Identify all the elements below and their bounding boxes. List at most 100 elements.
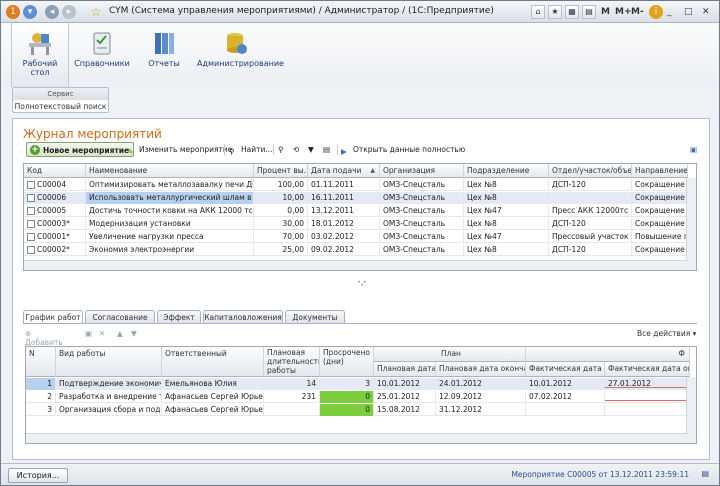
forward-icon[interactable]: ▸ xyxy=(62,5,76,19)
tab-approval[interactable]: Согласование xyxy=(85,310,155,323)
col-org[interactable]: Организация xyxy=(380,164,464,178)
table-cell: Увеличение нагрузки пресса xyxy=(86,231,254,243)
tab-investment[interactable]: Капиталовложения xyxy=(203,310,283,323)
calculator-icon[interactable]: ▤ xyxy=(582,5,596,19)
col-percent[interactable]: Процент вы... xyxy=(254,164,308,178)
print-icon[interactable]: ▤ xyxy=(323,142,330,157)
form-settings-icon[interactable]: ▣ xyxy=(690,142,697,157)
col-fact-group: Ф xyxy=(526,347,690,362)
tab-divider xyxy=(23,323,697,324)
table-cell: ДСП-120 xyxy=(549,218,632,230)
move-up-icon[interactable]: ▲ xyxy=(117,329,123,338)
table-cell: 12.09.2012 xyxy=(436,391,526,403)
table-row[interactable]: 1 Подтверждение экономич... Емельянова Юли… xyxy=(26,378,690,390)
menu-arrow-icon[interactable]: ▾ xyxy=(23,5,37,19)
history-button[interactable]: История... xyxy=(8,468,68,483)
move-down-icon[interactable]: ▼ xyxy=(131,329,137,338)
horizontal-scrollbar[interactable] xyxy=(26,433,688,443)
find-button[interactable]: ⚲ Найти... xyxy=(229,142,273,157)
table-row[interactable]: 3 Организация сбора и подг... Афанасьев Се… xyxy=(26,404,690,416)
col-responsible[interactable]: Ответственный xyxy=(162,347,264,377)
schedule-table: N Вид работы Ответственный Плановая длит… xyxy=(25,346,697,444)
all-actions-button[interactable]: Все действия ▾ xyxy=(637,329,696,338)
section-administration[interactable]: Администрирование xyxy=(197,23,284,87)
table-cell: Сокращение за xyxy=(632,205,688,217)
add-row-button[interactable]: ⊕ Добавить xyxy=(25,329,63,347)
table-cell: 03.02.2012 xyxy=(308,231,380,243)
sections-panel: Рабочий стол Справочники Отчеты Админист… xyxy=(1,23,719,87)
delete-icon[interactable]: ✕ xyxy=(99,329,105,338)
table-cell: ОМЗ-Спецсталь xyxy=(380,192,464,204)
horizontal-scrollbar[interactable] xyxy=(24,260,688,270)
status-text[interactable]: Мероприятие С00005 от 13.12.2011 23:59:1… xyxy=(511,470,689,479)
col-date[interactable]: Дата подачи ▲ xyxy=(308,164,380,178)
splitter-handle[interactable]: • • • xyxy=(355,280,369,289)
table-cell: Емельянова Юлия xyxy=(162,378,264,390)
table-cell: 10,00 xyxy=(254,192,308,204)
table-row[interactable]: С00003* Модернизация установки 30,00 18.01.… xyxy=(24,218,688,230)
tab-schedule[interactable]: График работ xyxy=(23,310,83,324)
col-plan-group: План xyxy=(374,347,526,362)
edit-event-label: Изменить мероприятие xyxy=(139,145,233,154)
edit-event-button[interactable]: ✎ Изменить мероприятие xyxy=(127,142,232,157)
col-n[interactable]: N xyxy=(26,347,56,377)
section-desktop[interactable]: Рабочий стол xyxy=(11,23,69,87)
copy-icon[interactable]: ▣ xyxy=(85,329,92,338)
refresh-icon[interactable]: ⟲ xyxy=(293,142,299,157)
col-duration[interactable]: Плановая длительность работы (дни) xyxy=(264,347,320,377)
vertical-scrollbar[interactable] xyxy=(686,178,696,270)
table-row[interactable]: С00006 Использовать металлургический шлам… xyxy=(24,192,688,204)
new-event-button[interactable]: + Новое мероприятие xyxy=(26,142,135,157)
col-division[interactable]: Подразделение xyxy=(464,164,549,178)
divider xyxy=(337,144,338,155)
table-cell: Сокращение за xyxy=(632,218,688,230)
close-icon[interactable]: ✕ xyxy=(702,7,710,17)
app-logo-icon[interactable]: 1 xyxy=(6,5,20,19)
col-fact-end[interactable]: Фактическая дата оконч... xyxy=(605,362,690,377)
app-window: 1 ▾ ◂ ▸ ☆ CYM (Система управления меропр… xyxy=(0,0,720,486)
administration-icon xyxy=(227,33,247,54)
table-row[interactable]: С00004 Оптимизировать металлозавалку печи… xyxy=(24,179,688,191)
col-fact-start[interactable]: Фактическая дата ... xyxy=(526,362,605,377)
table-row[interactable]: С00005 Достичь точности ковки на АКК 1200… xyxy=(24,205,688,217)
open-full-button[interactable]: ▶ Открыть данные полностью xyxy=(341,142,465,157)
tab-documents[interactable]: Документы xyxy=(285,310,345,323)
search-list-icon[interactable]: ⚲ xyxy=(278,142,284,157)
table-cell: 3 xyxy=(320,378,374,390)
table-cell: Организация сбора и подг... xyxy=(56,404,162,416)
memory-m[interactable]: M xyxy=(601,7,610,17)
minimize-icon[interactable]: _ xyxy=(667,7,672,17)
memory-mminus[interactable]: M- xyxy=(631,7,644,17)
col-plan-start[interactable]: Плановая дата ... xyxy=(374,362,436,377)
col-name[interactable]: Наименование xyxy=(86,164,254,178)
favorite-star-icon[interactable]: ☆ xyxy=(89,5,103,19)
star-icon[interactable]: ★ xyxy=(548,5,562,19)
filter-icon[interactable]: ▼ xyxy=(308,142,314,157)
section-catalogs[interactable]: Справочники xyxy=(73,23,131,87)
col-work-type[interactable]: Вид работы xyxy=(56,347,162,377)
col-direction[interactable]: Направление xyxy=(632,164,688,178)
table-row[interactable]: С00002* Экономия электроэнергии 25,00 09.02… xyxy=(24,244,688,256)
col-code[interactable]: Код xyxy=(24,164,86,178)
home-icon[interactable]: ⌂ xyxy=(531,5,545,19)
table-cell: ДСП-120 xyxy=(549,179,632,191)
col-plan-end[interactable]: Плановая дата оконча... xyxy=(436,362,526,377)
col-department[interactable]: Отдел/участок/объект xyxy=(549,164,632,178)
document-icon xyxy=(27,194,35,202)
tab-effect[interactable]: Эффект xyxy=(157,310,201,323)
memory-mplus[interactable]: M+ xyxy=(615,7,632,17)
section-reports[interactable]: Отчеты xyxy=(135,23,193,87)
calendar-icon[interactable]: ▦ xyxy=(565,5,579,19)
back-icon[interactable]: ◂ xyxy=(45,5,59,19)
table-cell: Сокращение за xyxy=(632,244,688,256)
table-cell: 13.12.2011 xyxy=(308,205,380,217)
info-icon[interactable]: i xyxy=(649,5,663,19)
page-title: Журнал мероприятий xyxy=(23,127,162,141)
table-cell: Повышение про xyxy=(632,231,688,243)
table-cell: 15.08.2012 xyxy=(374,404,436,416)
table-row[interactable]: 2 Разработка и внедрение т... Афанасьев Се… xyxy=(26,391,690,403)
col-overdue[interactable]: Просрочено (дни) xyxy=(320,347,374,377)
maximize-icon[interactable]: □ xyxy=(684,7,693,17)
fulltext-search-link[interactable]: Полнотекстовый поиск xyxy=(13,100,108,113)
table-row[interactable]: С00001* Увеличение нагрузки пресса 70,00 03… xyxy=(24,231,688,243)
